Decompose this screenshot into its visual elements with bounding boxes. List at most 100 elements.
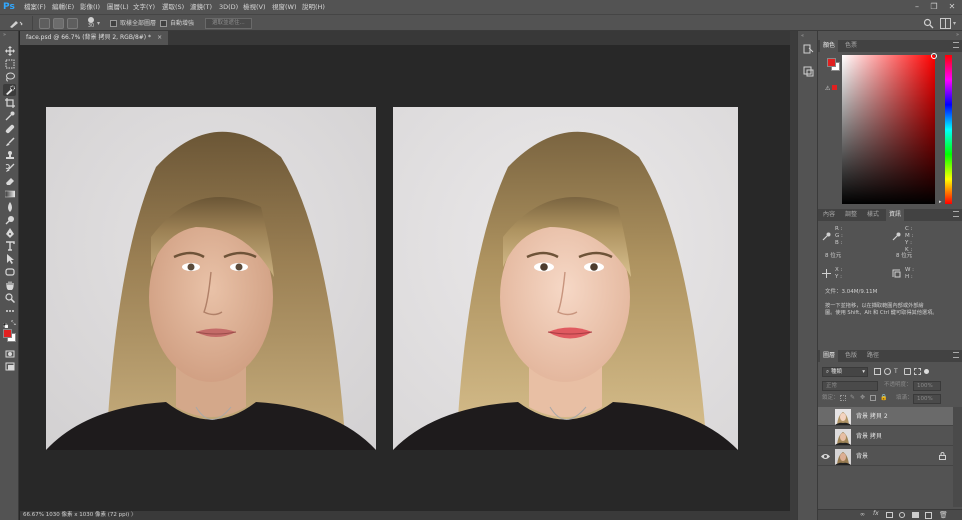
clone-stamp-tool-icon[interactable] bbox=[3, 149, 16, 161]
type-tool-icon[interactable] bbox=[3, 240, 16, 252]
restore-icon[interactable]: ❐ bbox=[925, 0, 943, 14]
tab-channels[interactable]: 色版 bbox=[842, 350, 860, 362]
hand-tool-icon[interactable] bbox=[3, 279, 16, 291]
document-tab[interactable]: face.psd @ 66.7% (背景 拷貝 2, RGB/8#) * × bbox=[20, 31, 169, 45]
new-group-icon[interactable] bbox=[912, 512, 919, 518]
lock-transparency-icon[interactable] bbox=[840, 395, 846, 401]
panel-menu-icon[interactable] bbox=[953, 211, 959, 217]
chevron-down-icon[interactable]: ▾ bbox=[97, 18, 104, 29]
fill-input[interactable]: 100% bbox=[913, 394, 941, 404]
healing-brush-tool-icon[interactable] bbox=[3, 123, 16, 135]
hue-slider[interactable] bbox=[945, 55, 952, 204]
link-layers-icon[interactable]: ∞ bbox=[860, 511, 865, 518]
gradient-tool-icon[interactable] bbox=[3, 188, 16, 200]
blend-mode-select[interactable]: 正常 bbox=[822, 381, 878, 391]
panel-menu-icon[interactable] bbox=[953, 352, 959, 358]
smart-object-filter-icon[interactable] bbox=[914, 368, 921, 375]
history-brush-tool-icon[interactable] bbox=[3, 162, 16, 174]
lock-position-icon[interactable]: ✥ bbox=[860, 395, 866, 401]
adjustment-filter-icon[interactable] bbox=[884, 368, 891, 375]
brush-size-picker[interactable]: 30 bbox=[85, 16, 97, 30]
default-colors-icon[interactable] bbox=[2, 322, 9, 329]
adjustment-layer-icon[interactable] bbox=[899, 512, 905, 518]
type-filter-icon[interactable]: T bbox=[894, 368, 901, 375]
new-selection-icon[interactable] bbox=[39, 18, 50, 29]
quick-selection-tool-icon[interactable] bbox=[3, 84, 16, 96]
move-tool-icon[interactable] bbox=[3, 45, 16, 57]
properties-panel-icon[interactable] bbox=[803, 66, 814, 77]
trash-icon[interactable]: 🗑 bbox=[939, 511, 948, 519]
lock-artboard-icon[interactable] bbox=[870, 395, 876, 401]
marquee-tool-icon[interactable] bbox=[3, 58, 16, 70]
add-to-selection-icon[interactable] bbox=[53, 18, 64, 29]
tab-swatches[interactable]: 色票 bbox=[842, 40, 860, 52]
opacity-input[interactable]: 100% bbox=[913, 381, 941, 391]
zoom-tool-icon[interactable] bbox=[3, 292, 16, 304]
workspace-icon[interactable] bbox=[940, 18, 951, 29]
menu-image[interactable]: 影像(I) bbox=[80, 0, 100, 14]
tool-preset-picker[interactable] bbox=[8, 18, 24, 29]
tab-styles[interactable]: 樣式 bbox=[864, 209, 882, 221]
workspace-chevron-icon[interactable]: ▾ bbox=[953, 20, 956, 27]
crop-tool-icon[interactable] bbox=[3, 97, 16, 109]
menu-help[interactable]: 說明(H) bbox=[302, 0, 325, 14]
layer-row[interactable]: 背景 bbox=[818, 447, 953, 466]
rgb-eyedropper-icon[interactable] bbox=[822, 232, 831, 241]
tab-layers[interactable]: 圖層 bbox=[820, 350, 839, 362]
tab-info[interactable]: 資訊 bbox=[886, 209, 905, 221]
dodge-tool-icon[interactable] bbox=[3, 214, 16, 226]
shape-filter-icon[interactable] bbox=[904, 368, 911, 375]
brush-tool-icon[interactable] bbox=[3, 136, 16, 148]
new-layer-icon[interactable] bbox=[925, 512, 932, 519]
add-mask-icon[interactable] bbox=[886, 512, 893, 518]
eraser-tool-icon[interactable] bbox=[3, 175, 16, 187]
blur-tool-icon[interactable] bbox=[3, 201, 16, 213]
menu-window[interactable]: 視窗(W) bbox=[272, 0, 297, 14]
close-window-icon[interactable]: ✕ bbox=[943, 0, 961, 14]
menu-file[interactable]: 檔案(F) bbox=[24, 0, 46, 14]
layer-visibility-off[interactable] bbox=[821, 413, 830, 420]
menu-edit[interactable]: 編輯(E) bbox=[52, 0, 74, 14]
history-panel-icon[interactable] bbox=[803, 44, 814, 55]
dock-collapse-icon[interactable]: » bbox=[956, 32, 959, 38]
lock-pixels-icon[interactable]: ✎ bbox=[850, 395, 856, 401]
layer-filter-select[interactable]: ⌕ 種類 ▾ bbox=[822, 367, 868, 377]
layer-row[interactable]: 背景 拷貝 2 bbox=[818, 407, 953, 426]
foreground-color-swatch[interactable] bbox=[3, 329, 12, 338]
menu-3d[interactable]: 3D(D) bbox=[219, 0, 238, 14]
select-and-mask-button[interactable]: 選取並遮住... bbox=[205, 18, 252, 29]
menu-filter[interactable]: 濾鏡(T) bbox=[190, 0, 212, 14]
more-tools-icon[interactable] bbox=[3, 305, 16, 317]
auto-enhance-checkbox[interactable] bbox=[160, 20, 167, 27]
lock-all-icon[interactable]: 🔒 bbox=[880, 395, 887, 401]
menu-view[interactable]: 檢視(V) bbox=[243, 0, 266, 14]
pen-tool-icon[interactable] bbox=[3, 227, 16, 239]
lasso-tool-icon[interactable] bbox=[3, 71, 16, 83]
color-panel-fg-swatch[interactable] bbox=[827, 58, 836, 67]
tab-paths[interactable]: 路徑 bbox=[864, 350, 882, 362]
close-tab-icon[interactable]: × bbox=[157, 34, 162, 41]
search-icon[interactable] bbox=[923, 18, 934, 29]
subtract-selection-icon[interactable] bbox=[67, 18, 78, 29]
tab-adjustments[interactable]: 調整 bbox=[842, 209, 860, 221]
menu-layer[interactable]: 圖層(L) bbox=[107, 0, 129, 14]
hue-slider-handle-icon[interactable]: ▸ bbox=[939, 199, 942, 205]
layers-scrollbar[interactable] bbox=[953, 407, 962, 507]
filter-toggle-icon[interactable] bbox=[924, 369, 929, 374]
layer-style-icon[interactable]: fx bbox=[873, 510, 879, 517]
panel-menu-icon[interactable] bbox=[953, 42, 959, 48]
layer-visibility-off[interactable] bbox=[821, 433, 830, 440]
menu-type[interactable]: 文字(Y) bbox=[133, 0, 155, 14]
sample-all-layers-checkbox[interactable] bbox=[110, 20, 117, 27]
vertical-scrollbar[interactable] bbox=[790, 31, 797, 520]
gamut-color-chip[interactable] bbox=[832, 85, 837, 90]
tab-color[interactable]: 顏色 bbox=[820, 40, 839, 52]
shape-tool-icon[interactable] bbox=[3, 266, 16, 278]
layer-row[interactable]: 背景 拷貝 bbox=[818, 427, 953, 446]
menu-select[interactable]: 選取(S) bbox=[162, 0, 184, 14]
tab-properties[interactable]: 內容 bbox=[820, 209, 838, 221]
minimize-icon[interactable]: – bbox=[908, 0, 926, 14]
path-selection-tool-icon[interactable] bbox=[3, 253, 16, 265]
quick-mask-icon[interactable] bbox=[3, 348, 16, 360]
cmyk-eyedropper-icon[interactable] bbox=[892, 232, 901, 241]
